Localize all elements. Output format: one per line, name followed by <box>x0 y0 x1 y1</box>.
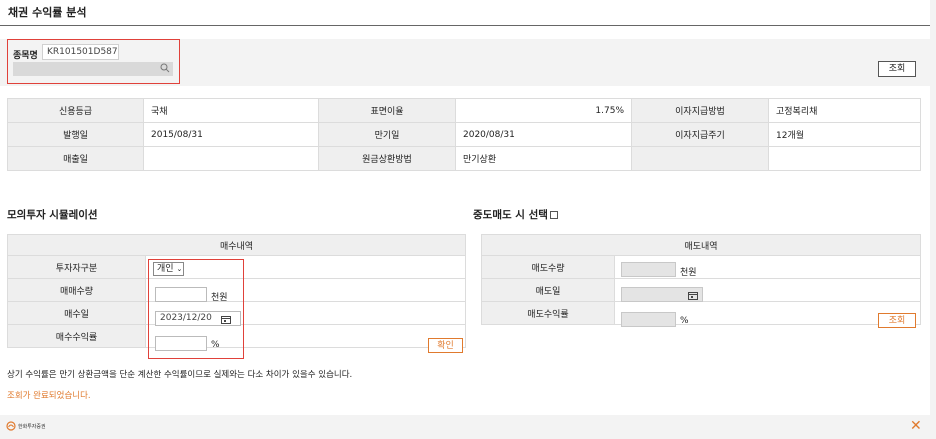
sell-date-label: 매도일 <box>481 278 615 302</box>
sell-qty-unit: 천원 <box>680 268 697 278</box>
info-label: 매출일 <box>7 146 144 171</box>
info-value <box>768 146 921 171</box>
info-value: 1.75% <box>455 98 632 123</box>
sell-yield-input[interactable] <box>621 312 676 327</box>
sell-section-title: 중도매도 시 선택 <box>473 207 558 222</box>
info-label: 이자지급주기 <box>631 122 769 147</box>
info-label: 만기일 <box>318 122 456 147</box>
sell-option-checkbox[interactable] <box>549 211 558 219</box>
info-value: 고정복리채 <box>768 98 921 123</box>
info-label: 이자지급방법 <box>631 98 769 123</box>
table-row: 매출일 원금상환방법 만기상환 <box>7 146 921 171</box>
sell-table-header: 매도내역 <box>481 234 921 256</box>
bond-info-table: 신용등급 국채 표면이율 1.75% 이자지급방법 고정복리채 발행일 2015/08/31 만… <box>7 98 921 171</box>
sell-qty-input[interactable] <box>621 262 676 277</box>
info-value <box>143 146 319 171</box>
sell-table: 매도내역 매도수량 매도일 매도수익률 <box>481 234 921 325</box>
disclaimer-note: 상기 수익률은 만기 상환금액을 단순 계산한 수익률이므로 실제와는 다소 차… <box>7 370 353 380</box>
buy-yield-label: 매수수익률 <box>7 324 146 348</box>
page-title: 채권 수익률 분석 <box>8 6 87 19</box>
table-row: 신용등급 국채 표면이율 1.75% 이자지급방법 고정복리채 <box>7 98 921 123</box>
calendar-icon[interactable] <box>688 291 698 300</box>
qty-label: 매매수량 <box>7 278 146 302</box>
buy-table-header: 매수내역 <box>7 234 466 256</box>
title-divider <box>0 25 930 26</box>
bond-code-field[interactable]: KR101501D587 <box>42 44 119 60</box>
status-message: 조회가 완료되었습니다. <box>7 391 91 401</box>
info-label: 원금상환방법 <box>318 146 456 171</box>
query-button[interactable]: 조회 <box>878 61 916 77</box>
search-input[interactable] <box>13 62 173 76</box>
sell-query-button[interactable]: 조회 <box>878 313 916 328</box>
sell-qty-label: 매도수량 <box>481 255 615 279</box>
footer-bar <box>0 415 930 439</box>
info-value: 2020/08/31 <box>455 122 632 147</box>
confirm-button[interactable]: 확인 <box>428 338 463 353</box>
info-value: 12개월 <box>768 122 921 147</box>
brand-name: 한화투자증권 <box>18 423 46 430</box>
brand-logo-icon <box>6 421 16 431</box>
brand-logo: 한화투자증권 <box>6 421 46 431</box>
scrollbar[interactable] <box>930 0 936 439</box>
sell-section-title-text: 중도매도 시 선택 <box>473 209 548 221</box>
info-label: 신용등급 <box>7 98 144 123</box>
info-label <box>631 146 769 171</box>
sell-yield-unit: % <box>680 316 689 326</box>
close-icon[interactable]: ✕ <box>910 419 922 433</box>
investor-type-label: 투자자구분 <box>7 255 146 279</box>
search-label: 종목명 <box>13 51 38 61</box>
simulation-title: 모의투자 시뮬레이션 <box>7 209 98 221</box>
info-value: 국채 <box>143 98 319 123</box>
table-row: 발행일 2015/08/31 만기일 2020/08/31 이자지급주기 12개월 <box>7 122 921 147</box>
info-value: 만기상환 <box>455 146 632 171</box>
input-highlight-box <box>148 259 244 359</box>
info-label: 발행일 <box>7 122 144 147</box>
info-value: 2015/08/31 <box>143 122 319 147</box>
info-label: 표면이율 <box>318 98 456 123</box>
buy-date-label: 매수일 <box>7 301 146 325</box>
search-icon[interactable] <box>159 62 171 74</box>
sell-yield-label: 매도수익률 <box>481 301 615 325</box>
